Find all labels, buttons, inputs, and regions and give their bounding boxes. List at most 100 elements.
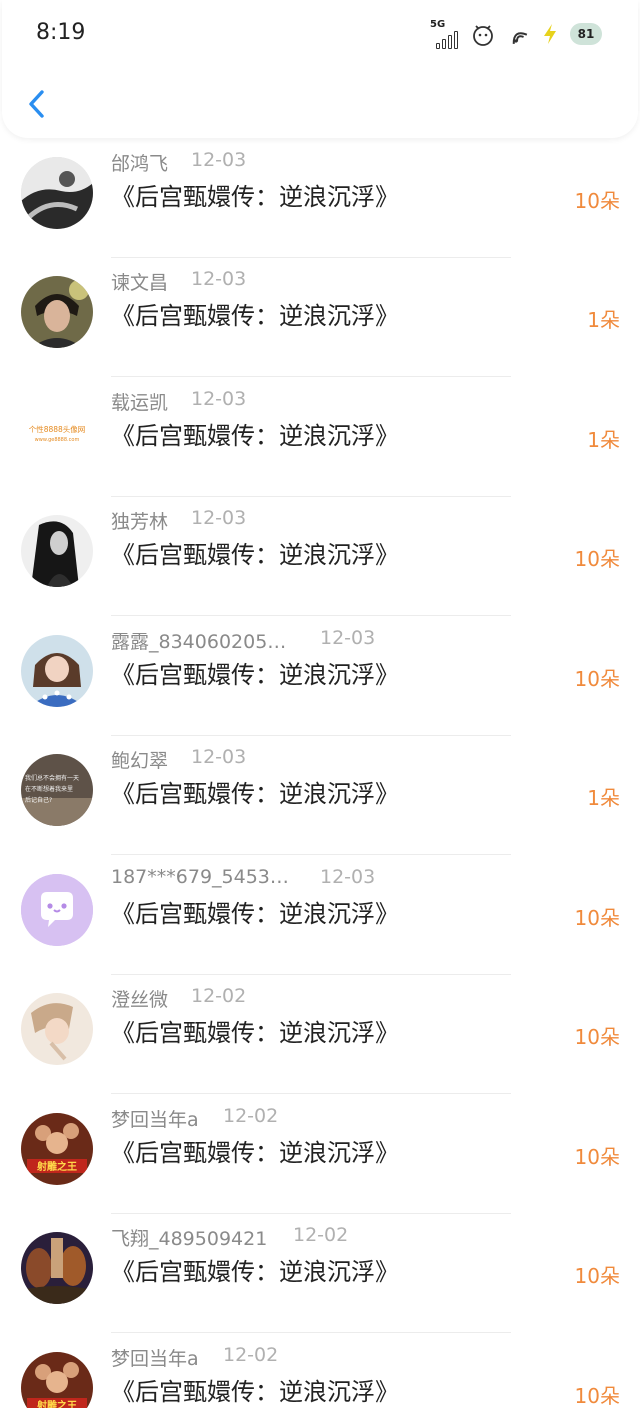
flower-count: 1朵 xyxy=(587,428,620,452)
avatar-poster: 射雕之王 xyxy=(21,1352,93,1408)
gift-date: 12-03 xyxy=(320,627,376,649)
svg-text:射雕之王: 射雕之王 xyxy=(36,1399,77,1408)
svg-text:在不断想着我来里: 在不断想着我来里 xyxy=(25,785,73,793)
user-name: 飞翔_489509421 xyxy=(111,1228,268,1250)
flower-count: 10朵 xyxy=(574,667,620,691)
list-item[interactable]: 独芳林 12-03 《后宫甄嬛传：逆浪沉浮》 10朵 xyxy=(0,497,640,616)
avatar-poster xyxy=(21,1232,93,1304)
list-item[interactable]: 澄丝微 12-02 《后宫甄嬛传：逆浪沉浮》 10朵 xyxy=(0,975,640,1094)
avatar-photo xyxy=(21,515,93,587)
list-item[interactable]: 射雕之王 梦回当年a 12-02 《后宫甄嬛传：逆浪沉浮》 10朵 xyxy=(0,1095,640,1214)
chat-bubble-icon xyxy=(21,874,93,946)
user-name: 梦回当年a xyxy=(111,1348,199,1370)
avatar[interactable] xyxy=(21,276,93,348)
book-title: 《后宫甄嬛传：逆浪沉浮》 xyxy=(111,1378,399,1406)
status-bar: 8:19 5G 81 xyxy=(2,0,638,70)
list-item[interactable]: 个性8888头像网 www.ge8888.com 载运凯 12-03 《后宫甄嬛… xyxy=(0,378,640,497)
chevron-left-icon xyxy=(29,90,44,118)
user-name: 梦回当年a xyxy=(111,1109,199,1131)
avatar-photo xyxy=(21,635,93,707)
alarm-icon xyxy=(473,25,493,46)
avatar[interactable]: 我们总不会拥有一天 在不断想着我来里 后记自己? xyxy=(21,754,93,826)
avatar[interactable]: 射雕之王 xyxy=(21,1113,93,1185)
flower-count: 10朵 xyxy=(574,1384,620,1408)
list-item[interactable]: 我们总不会拥有一天 在不断想着我来里 后记自己? 鲍幻翠 12-03 《后宫甄嬛… xyxy=(0,736,640,855)
avatar-poster: 射雕之王 xyxy=(21,1113,93,1185)
avatar[interactable]: 射雕之王 xyxy=(21,1352,93,1408)
book-title: 《后宫甄嬛传：逆浪沉浮》 xyxy=(111,1019,399,1047)
avatar-photo xyxy=(21,993,93,1065)
user-name: 露露_834060205… xyxy=(111,631,287,653)
avatar[interactable] xyxy=(21,157,93,229)
battery-icon: 81 xyxy=(570,23,602,45)
flower-count: 10朵 xyxy=(574,1025,620,1049)
avatar[interactable] xyxy=(21,874,93,946)
status-icons: 5G 81 xyxy=(430,18,602,50)
user-name: 邰鸿飞 xyxy=(111,153,169,175)
list-item[interactable]: 露露_834060205… 12-03 《后宫甄嬛传：逆浪沉浮》 10朵 xyxy=(0,617,640,736)
book-title: 《后宫甄嬛传：逆浪沉浮》 xyxy=(111,1139,399,1167)
list-item[interactable]: 187***679_5453… 12-03 《后宫甄嬛传：逆浪沉浮》 10朵 xyxy=(0,856,640,975)
flower-count: 10朵 xyxy=(574,906,620,930)
book-title: 《后宫甄嬛传：逆浪沉浮》 xyxy=(111,661,399,689)
avatar[interactable] xyxy=(21,993,93,1065)
list-item[interactable]: 谏文昌 12-03 《后宫甄嬛传：逆浪沉浮》 1朵 xyxy=(0,258,640,377)
avatar-text-image: 我们总不会拥有一天 在不断想着我来里 后记自己? xyxy=(21,754,93,826)
flower-count: 10朵 xyxy=(574,1264,620,1288)
user-name: 鲍幻翠 xyxy=(111,750,169,772)
gift-date: 12-03 xyxy=(191,746,247,768)
svg-text:射雕之王: 射雕之王 xyxy=(36,1160,77,1173)
flower-count: 1朵 xyxy=(587,308,620,332)
book-title: 《后宫甄嬛传：逆浪沉浮》 xyxy=(111,780,399,808)
divider xyxy=(111,854,511,855)
book-title: 《后宫甄嬛传：逆浪沉浮》 xyxy=(111,541,399,569)
book-title: 《后宫甄嬛传：逆浪沉浮》 xyxy=(111,900,399,928)
svg-text:我们总不会拥有一天: 我们总不会拥有一天 xyxy=(25,774,79,782)
gift-date: 12-03 xyxy=(191,507,247,529)
list-item[interactable]: 射雕之王 梦回当年a 12-02 《后宫甄嬛传：逆浪沉浮》 10朵 xyxy=(0,1334,640,1408)
gift-date: 12-03 xyxy=(191,268,247,290)
divider xyxy=(111,1093,511,1094)
divider xyxy=(111,376,511,377)
back-button[interactable] xyxy=(22,84,54,124)
avatar[interactable] xyxy=(21,1232,93,1304)
gift-date: 12-03 xyxy=(191,149,247,171)
avatar-logo: 个性8888头像网 www.ge8888.com xyxy=(21,396,93,468)
book-title: 《后宫甄嬛传：逆浪沉浮》 xyxy=(111,1258,399,1286)
list-item[interactable]: 邰鸿飞 12-03 《后宫甄嬛传：逆浪沉浮》 10朵 xyxy=(0,139,640,258)
gift-record-screen: 邰鸿飞 12-03 《后宫甄嬛传：逆浪沉浮》 10朵 谏文昌 12-03 《后宫… xyxy=(0,0,640,1408)
svg-text:个性8888头像网: 个性8888头像网 xyxy=(29,424,86,434)
list-item[interactable]: 飞翔_489509421 12-02 《后宫甄嬛传：逆浪沉浮》 10朵 xyxy=(0,1214,640,1333)
flower-count: 10朵 xyxy=(574,1145,620,1169)
network-type: 5G xyxy=(430,19,446,30)
avatar[interactable] xyxy=(21,635,93,707)
gift-date: 12-03 xyxy=(320,866,376,888)
avatar-photo xyxy=(21,157,93,229)
user-name: 谏文昌 xyxy=(111,272,169,294)
svg-text:后记自己?: 后记自己? xyxy=(25,796,52,804)
battery-level: 81 xyxy=(577,27,595,41)
gift-date: 12-02 xyxy=(223,1105,279,1127)
wifi-icon xyxy=(512,32,528,44)
user-name: 载运凯 xyxy=(111,392,169,414)
flower-count: 1朵 xyxy=(587,786,620,810)
top-bar: 8:19 5G 81 xyxy=(2,0,638,138)
book-title: 《后宫甄嬛传：逆浪沉浮》 xyxy=(111,302,399,330)
user-name: 187***679_5453… xyxy=(111,866,289,888)
divider xyxy=(111,1332,511,1333)
user-name: 独芳林 xyxy=(111,511,169,533)
book-title: 《后宫甄嬛传：逆浪沉浮》 xyxy=(111,422,399,450)
gift-date: 12-02 xyxy=(223,1344,279,1366)
gift-date: 12-02 xyxy=(191,985,247,1007)
avatar[interactable]: 个性8888头像网 www.ge8888.com xyxy=(21,396,93,468)
charging-bolt-icon xyxy=(544,24,556,44)
svg-text:www.ge8888.com: www.ge8888.com xyxy=(35,437,80,443)
divider xyxy=(111,615,511,616)
avatar[interactable] xyxy=(21,515,93,587)
user-name: 澄丝微 xyxy=(111,989,169,1011)
gift-date: 12-02 xyxy=(293,1224,349,1246)
flower-count: 10朵 xyxy=(574,547,620,571)
book-title: 《后宫甄嬛传：逆浪沉浮》 xyxy=(111,183,399,211)
status-time: 8:19 xyxy=(36,20,86,45)
avatar-photo xyxy=(21,276,93,348)
